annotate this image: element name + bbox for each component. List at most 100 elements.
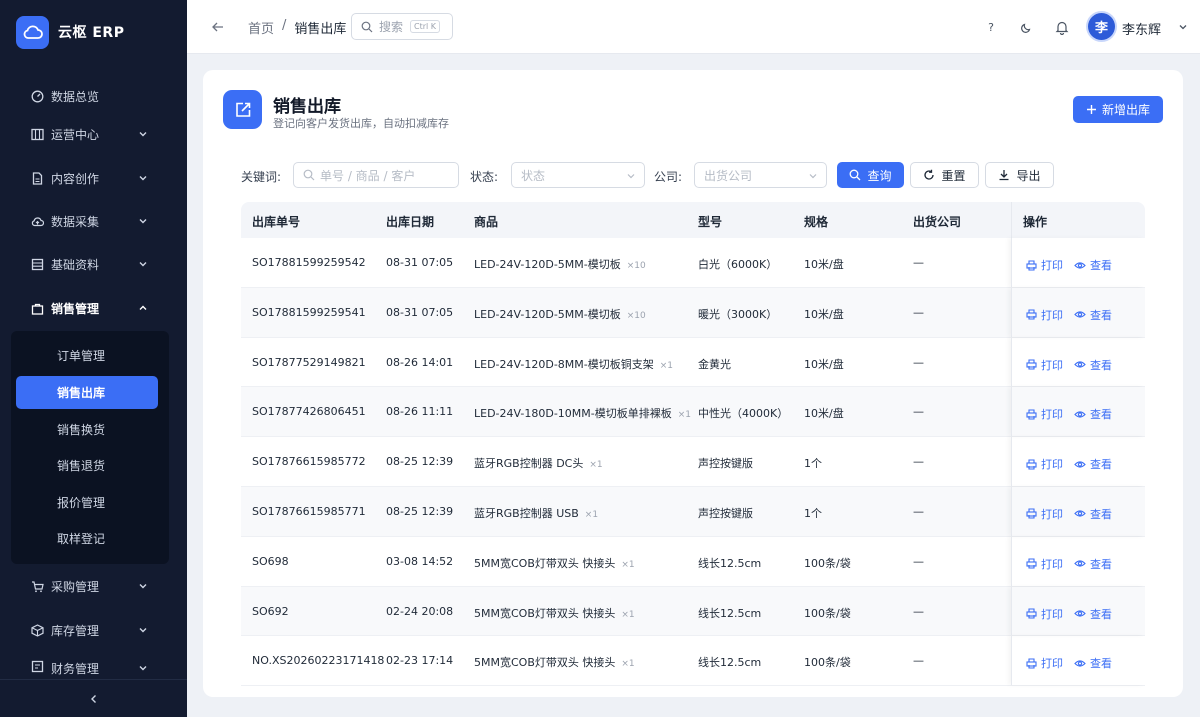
- view-button[interactable]: 查看: [1074, 357, 1112, 373]
- ship-company: —: [913, 554, 924, 568]
- status-select[interactable]: 状态: [511, 162, 645, 188]
- global-search[interactable]: 搜索 Ctrl K: [351, 13, 453, 40]
- print-button[interactable]: 打印: [1026, 307, 1063, 323]
- print-button[interactable]: 打印: [1026, 655, 1063, 671]
- product-name: 5MM宽COB灯带双头 快接头 ×1: [474, 605, 635, 621]
- chevron-down-icon[interactable]: [1177, 21, 1189, 33]
- bell-icon[interactable]: [1054, 19, 1070, 35]
- cart-icon: [31, 580, 44, 593]
- export-button[interactable]: 导出: [985, 162, 1054, 188]
- view-button[interactable]: 查看: [1074, 606, 1112, 622]
- filter-bar: 关键词: 单号 / 商品 / 客户 状态: 状态 公司: 出货公司 查询 重置 …: [241, 162, 1161, 188]
- keyword-input[interactable]: 单号 / 商品 / 客户: [293, 162, 459, 188]
- back-arrow-icon[interactable]: [211, 20, 225, 34]
- chevron-down-icon: [139, 176, 147, 181]
- document-icon: [31, 171, 44, 185]
- view-button[interactable]: 查看: [1074, 456, 1112, 472]
- sidebar-item-label: 运营中心: [51, 127, 100, 142]
- printer-icon: [1026, 658, 1037, 669]
- submenu-item-returns[interactable]: 销售退货: [16, 449, 158, 482]
- reset-button[interactable]: 重置: [910, 162, 979, 188]
- company-select[interactable]: 出货公司: [694, 162, 827, 188]
- outbound-no[interactable]: SO17876615985772: [252, 455, 366, 468]
- table-row: NO.XS20260223171418 02-23 17:14 5MM宽COB灯…: [241, 636, 1145, 687]
- print-button[interactable]: 打印: [1026, 506, 1063, 522]
- brand[interactable]: 云枢 ERP: [0, 0, 187, 64]
- view-button[interactable]: 查看: [1074, 556, 1112, 572]
- outbound-no[interactable]: SO692: [252, 605, 289, 618]
- sidebar-item-data-collection[interactable]: 数据采集: [0, 203, 187, 239]
- product-text: LED-24V-120D-5MM-模切板: [474, 258, 621, 271]
- product-name: LED-24V-120D-5MM-模切板 ×10: [474, 306, 646, 322]
- view-button[interactable]: 查看: [1074, 307, 1112, 323]
- outbound-no[interactable]: NO.XS20260223171418: [252, 654, 384, 667]
- print-button[interactable]: 打印: [1026, 456, 1063, 472]
- breadcrumb-home[interactable]: 首页: [248, 18, 274, 37]
- outbound-date: 08-31 07:05: [386, 256, 454, 269]
- sidebar-item-content[interactable]: 内容创作: [0, 160, 187, 196]
- view-button[interactable]: 查看: [1074, 655, 1112, 671]
- print-button[interactable]: 打印: [1026, 406, 1063, 422]
- outbound-date: 08-26 14:01: [386, 355, 454, 369]
- submenu-label: 取样登记: [57, 532, 106, 546]
- dashboard-icon: [31, 90, 44, 103]
- sidebar-item-finance[interactable]: 财务管理: [0, 656, 187, 678]
- table-row: SO17876615985772 08-25 12:39 蓝牙RGB控制器 DC…: [241, 437, 1145, 487]
- view-label: 查看: [1090, 358, 1112, 372]
- outbound-date: 02-24 20:08: [386, 604, 454, 618]
- outbound-no[interactable]: SO698: [252, 555, 289, 568]
- outbound-date: 03-08 14:52: [386, 554, 454, 568]
- submenu-item-quotes[interactable]: 报价管理: [16, 486, 158, 519]
- query-button[interactable]: 查询: [837, 162, 904, 188]
- status-label: 状态:: [470, 170, 499, 184]
- moon-icon[interactable]: [1018, 19, 1034, 35]
- print-label: 打印: [1041, 308, 1063, 322]
- submenu-item-sampling[interactable]: 取样登记: [16, 522, 158, 555]
- sidebar-item-master-data[interactable]: 基础资料: [0, 246, 187, 282]
- product-qty: ×10: [626, 261, 646, 271]
- print-label: 打印: [1041, 458, 1063, 472]
- view-label: 查看: [1090, 458, 1112, 472]
- submenu-item-exchange[interactable]: 销售换货: [16, 413, 158, 446]
- column-header: 操作: [1011, 202, 1145, 238]
- row-actions: 打印 查看: [1011, 486, 1145, 536]
- view-button[interactable]: 查看: [1074, 406, 1112, 422]
- eye-icon: [1074, 560, 1086, 567]
- outbound-no[interactable]: SO17881599259542: [252, 256, 366, 269]
- refresh-icon: [924, 169, 935, 180]
- row-actions: 打印 查看: [1011, 586, 1145, 636]
- add-outbound-button[interactable]: 新增出库: [1073, 96, 1163, 123]
- outbound-no[interactable]: SO17876615985771: [252, 505, 366, 518]
- download-icon: [999, 170, 1009, 181]
- collapse-sidebar-button[interactable]: [0, 679, 187, 717]
- sidebar-item-label: 数据总览: [51, 89, 100, 104]
- sidebar-item-purchasing[interactable]: 采购管理: [0, 568, 187, 604]
- product-qty: ×1: [621, 609, 635, 620]
- printer-icon: [1026, 259, 1037, 271]
- view-button[interactable]: 查看: [1074, 506, 1112, 522]
- column-header: 型号: [698, 215, 723, 229]
- sidebar-item-dashboard[interactable]: 数据总览: [0, 78, 187, 114]
- print-button[interactable]: 打印: [1026, 556, 1063, 572]
- print-button[interactable]: 打印: [1026, 257, 1063, 273]
- avatar[interactable]: 李: [1088, 13, 1115, 40]
- product-text: 5MM宽COB灯带双头 快接头: [474, 556, 616, 570]
- sales-submenu: 订单管理 销售出库 销售换货 销售退货 报价管理 取样登记: [11, 331, 169, 564]
- submenu-item-sales-outbound[interactable]: 销售出库: [16, 376, 158, 409]
- sidebar-item-operations[interactable]: 运营中心: [0, 116, 187, 152]
- print-button[interactable]: 打印: [1026, 357, 1063, 373]
- plus-icon: [1086, 105, 1096, 114]
- chevron-down-icon: [139, 666, 147, 671]
- print-button[interactable]: 打印: [1026, 606, 1063, 622]
- outbound-no[interactable]: SO17877426806451: [252, 405, 366, 418]
- add-outbound-label: 新增出库: [1101, 103, 1150, 117]
- view-label: 查看: [1090, 308, 1112, 322]
- outbound-no[interactable]: SO17877529149821: [252, 356, 366, 369]
- help-icon[interactable]: ?: [983, 19, 999, 35]
- view-button[interactable]: 查看: [1074, 257, 1112, 273]
- user-name[interactable]: 李东辉: [1122, 19, 1161, 38]
- submenu-item-orders[interactable]: 订单管理: [16, 339, 158, 372]
- outbound-no[interactable]: SO17881599259541: [252, 306, 366, 319]
- sidebar-item-sales[interactable]: 销售管理: [0, 290, 187, 326]
- sidebar-item-inventory[interactable]: 库存管理: [0, 612, 187, 648]
